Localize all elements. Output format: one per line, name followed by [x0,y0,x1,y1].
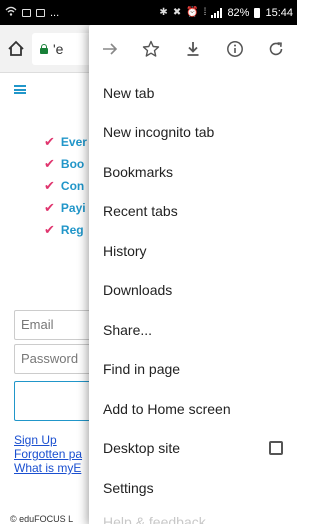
download-icon [187,42,199,56]
mute-icon: ✖ [172,7,182,18]
status-ellipsis: ... [50,6,60,19]
menu-item-recent-tabs[interactable]: Recent tabs [89,192,297,232]
list-item: ✔ Con [44,178,85,193]
message-icon [36,8,45,17]
status-bar: ... ✱ ✖ ⏰ ⁞ 82% 15:44 [0,0,297,25]
menu-item-new-incognito-tab[interactable]: New incognito tab [89,113,297,153]
home-icon [8,40,24,56]
forward-button[interactable] [89,25,131,73]
menu-item-add-to-home-screen[interactable]: Add to Home screen [89,389,297,429]
menu-item-help-feedback[interactable]: Help & feedback [89,508,297,524]
list-item: ✔ Reg [44,222,84,237]
check-icon: ✔ [44,200,55,215]
menu-item-new-tab[interactable]: New tab [89,73,297,113]
list-item: ✔ Payi [44,200,86,215]
home-button[interactable] [2,35,30,63]
refresh-icon [269,42,283,56]
star-icon [143,40,160,57]
bluetooth-icon: ✱ [159,7,168,18]
clock: 15:44 [265,6,293,19]
lock-icon [40,44,48,54]
download-button[interactable] [172,25,214,73]
address-bar[interactable]: 'e [32,33,92,65]
menu-item-desktop-site[interactable]: Desktop site [89,429,297,469]
refresh-button[interactable] [255,25,297,73]
forward-arrow-icon [102,43,117,55]
check-icon: ✔ [44,222,55,237]
image-icon [22,8,31,17]
check-icon: ✔ [44,156,55,171]
alarm-icon: ⏰ [186,7,199,18]
menu-item-find-in-page[interactable]: Find in page [89,350,297,390]
status-right: ✱ ✖ ⏰ ⁞ 82% 15:44 [159,7,293,19]
menu-item-history[interactable]: History [89,231,297,271]
feature-list: ✔ Ever ✔ Boo ✔ Con ✔ Payi ✔ Reg [44,131,87,241]
menu-item-bookmarks[interactable]: Bookmarks [89,152,297,192]
menu-item-downloads[interactable]: Downloads [89,271,297,311]
hamburger-menu-icon[interactable] [14,85,26,94]
list-item: ✔ Boo [44,156,85,171]
signal-icon [211,7,223,18]
menu-item-share[interactable]: Share... [89,310,297,350]
overflow-menu: New tab New incognito tab Bookmarks Rece… [89,25,297,524]
page-info-button[interactable] [214,25,256,73]
address-text: 'e [53,41,64,57]
info-icon [226,41,243,57]
check-icon: ✔ [44,134,55,149]
lte-icon: ⁞ [203,7,207,18]
desktop-site-checkbox[interactable] [269,441,283,456]
what-is-link[interactable]: What is myE [14,461,81,475]
battery-percent: 82% [227,6,250,19]
bookmark-button[interactable] [131,25,173,73]
list-item: ✔ Ever [44,134,87,149]
sign-up-link[interactable]: Sign Up [14,433,57,447]
menu-icon-row [89,25,297,73]
footer-copyright: © eduFOCUS L [10,514,74,524]
forgotten-password-link[interactable]: Forgotten pa [14,447,82,461]
battery-icon [254,7,261,18]
menu-item-settings[interactable]: Settings [89,468,297,508]
status-left: ... [5,6,59,19]
phone-screen: ... ✱ ✖ ⏰ ⁞ 82% 15:44 'e ✔ Ever ✔ Boo ✔ Con [0,0,297,524]
wifi-calling-icon [5,6,17,19]
check-icon: ✔ [44,178,55,193]
